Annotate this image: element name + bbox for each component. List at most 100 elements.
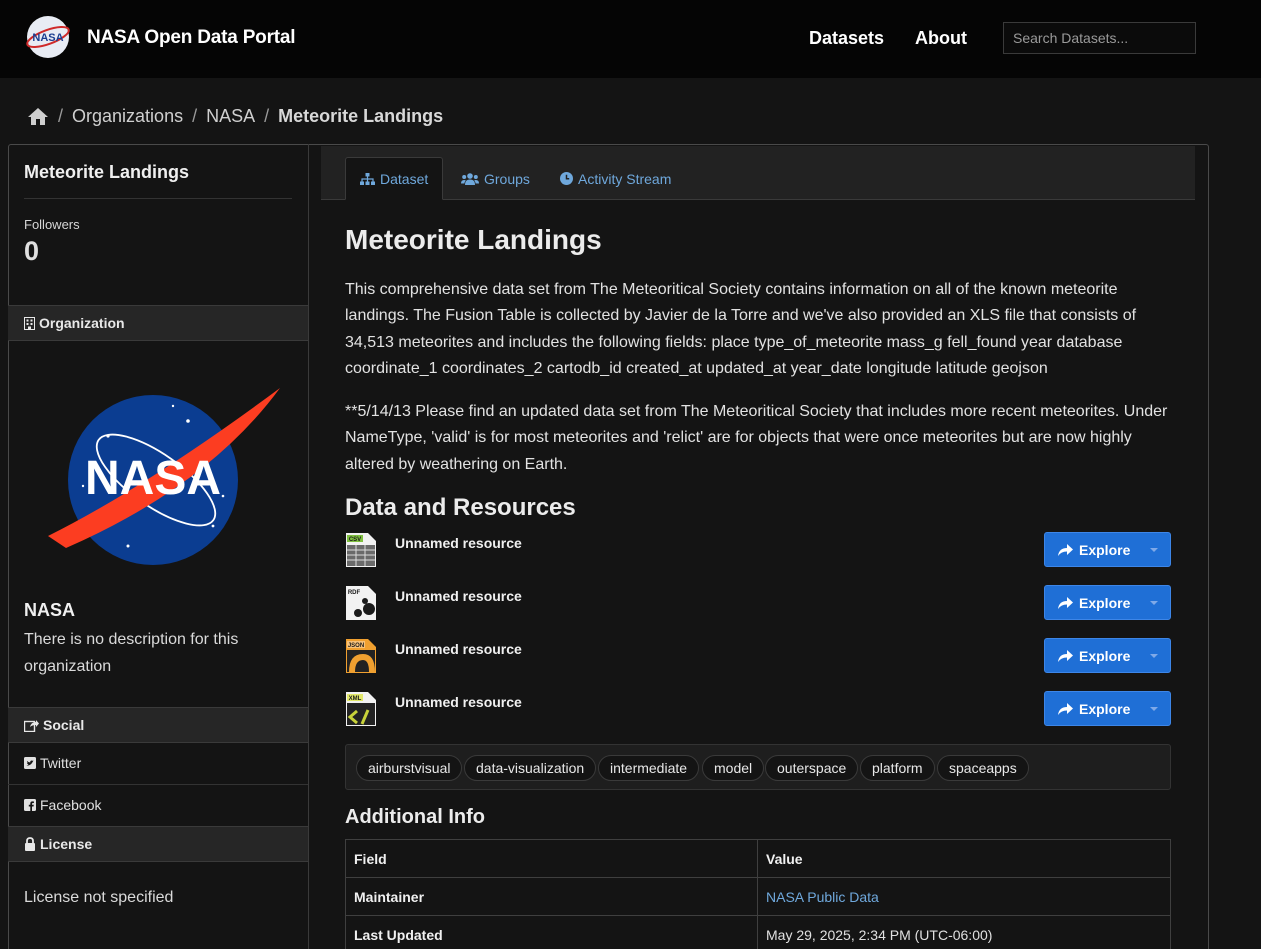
clock-icon	[560, 172, 573, 185]
explore-button[interactable]: Explore	[1044, 691, 1171, 726]
table-cell-value: May 29, 2025, 2:34 PM (UTC-06:00)	[757, 915, 1171, 949]
sidebar: Meteorite Landings Followers 0 Organizat…	[8, 144, 309, 949]
resource-item: CSV Unnamed resource Explore	[345, 532, 1171, 568]
license-heading: License	[8, 826, 308, 862]
resource-item: JSON Unnamed resource Explore	[345, 638, 1171, 674]
tag-model[interactable]: model	[702, 755, 765, 781]
table-row: Maintainer NASA Public Data	[345, 877, 1171, 916]
tab-activity-label: Activity Stream	[578, 170, 672, 187]
explore-button[interactable]: Explore	[1044, 585, 1171, 620]
csv-file-icon[interactable]: CSV	[345, 532, 377, 568]
tab-dataset[interactable]: Dataset	[345, 157, 444, 200]
dropdown-caret-icon	[1150, 654, 1158, 658]
twitter-square-icon	[24, 757, 36, 769]
users-icon	[461, 172, 479, 185]
share-square-icon	[24, 719, 39, 732]
license-heading-label: License	[40, 836, 93, 852]
nav-datasets-link[interactable]: Datasets	[809, 28, 884, 49]
followers-count: 0	[24, 236, 40, 266]
dropdown-caret-icon	[1150, 601, 1158, 605]
column-header-value: Value	[757, 839, 1171, 878]
share-icon	[1058, 543, 1073, 556]
tab-activity-stream[interactable]: Activity Stream	[546, 157, 685, 200]
building-icon	[24, 316, 35, 330]
social-facebook-link[interactable]: Facebook	[24, 797, 101, 813]
breadcrumb-nasa[interactable]: NASA	[206, 106, 255, 127]
explore-label: Explore	[1079, 647, 1131, 664]
followers-label: Followers	[24, 217, 80, 232]
top-navbar: NASA NASA Open Data Portal Datasets Abou…	[0, 0, 1261, 78]
xml-file-icon[interactable]: XML	[345, 691, 377, 727]
nav-about-link[interactable]: About	[915, 28, 967, 49]
explore-label: Explore	[1079, 541, 1131, 558]
facebook-square-icon	[24, 799, 36, 811]
org-name[interactable]: NASA	[24, 600, 75, 621]
organization-heading-label: Organization	[39, 315, 125, 331]
column-header-field: Field	[345, 839, 758, 878]
tag-platform[interactable]: platform	[860, 755, 935, 781]
sitemap-icon	[360, 172, 375, 185]
table-row: Last Updated May 29, 2025, 2:34 PM (UTC-…	[345, 915, 1171, 949]
explore-label: Explore	[1079, 700, 1131, 717]
resource-name[interactable]: Unnamed resource	[395, 694, 522, 710]
share-icon	[1058, 596, 1073, 609]
rdf-file-icon[interactable]: RDF	[345, 585, 377, 621]
resource-name[interactable]: Unnamed resource	[395, 535, 522, 551]
breadcrumb-separator: /	[264, 105, 270, 126]
tag-spaceapps[interactable]: spaceapps	[937, 755, 1029, 781]
tab-groups-label: Groups	[484, 170, 530, 187]
svg-text:NASA: NASA	[32, 32, 63, 44]
breadcrumb-organizations[interactable]: Organizations	[72, 106, 183, 127]
home-icon[interactable]	[27, 107, 49, 126]
dataset-title: Meteorite Landings	[345, 224, 602, 255]
share-icon	[1058, 702, 1073, 715]
resource-item: RDF Unnamed resource Explore	[345, 585, 1171, 621]
breadcrumb-separator: /	[192, 105, 198, 126]
explore-button[interactable]: Explore	[1044, 638, 1171, 673]
explore-label: Explore	[1079, 594, 1131, 611]
table-cell-field: Last Updated	[345, 915, 758, 949]
organization-heading: Organization	[8, 305, 308, 341]
lock-icon	[25, 837, 35, 851]
social-heading: Social	[8, 707, 308, 743]
resource-name[interactable]: Unnamed resource	[395, 588, 522, 604]
additional-info-table: Field Value Maintainer NASA Public Data …	[345, 839, 1171, 949]
svg-text:CSV: CSV	[349, 537, 361, 543]
json-file-icon[interactable]: JSON	[345, 638, 377, 674]
nasa-meatball-logo[interactable]: NASA	[38, 376, 280, 576]
dataset-description: This comprehensive data set from The Met…	[345, 281, 1137, 377]
table-header-row: Field Value	[345, 839, 1171, 878]
tab-dataset-label: Dataset	[380, 170, 429, 187]
resources-heading: Data and Resources	[345, 494, 576, 521]
explore-button[interactable]: Explore	[1044, 532, 1171, 567]
maintainer-link[interactable]: NASA Public Data	[757, 877, 1171, 916]
sidebar-dataset-title: Meteorite Landings	[24, 162, 190, 182]
search-input[interactable]	[1003, 22, 1196, 54]
svg-text:JSON: JSON	[348, 643, 364, 649]
tag-intermediate[interactable]: intermediate	[598, 755, 700, 781]
tab-groups[interactable]: Groups	[447, 157, 544, 200]
dataset-tabs: Dataset Groups Activity Stream	[321, 146, 1195, 200]
dropdown-caret-icon	[1150, 548, 1158, 552]
tag-airburstvisual[interactable]: airburstvisual	[356, 755, 463, 781]
tag-data-visualization[interactable]: data-visualization	[464, 755, 597, 781]
tag-list: airburstvisual data-visualization interm…	[345, 744, 1171, 790]
resource-name[interactable]: Unnamed resource	[395, 641, 522, 657]
org-description: There is no description for this organiz…	[24, 631, 239, 675]
breadcrumb-separator: /	[58, 105, 64, 126]
svg-text:XML: XML	[349, 696, 362, 702]
breadcrumb: / Organizations / NASA / Meteorite Landi…	[27, 105, 443, 127]
dropdown-caret-icon	[1150, 707, 1158, 711]
table-cell-field: Maintainer	[345, 877, 758, 916]
license-text: License not specified	[24, 889, 174, 906]
breadcrumb-current[interactable]: Meteorite Landings	[278, 106, 443, 127]
site-title[interactable]: NASA Open Data Portal	[87, 27, 296, 49]
social-twitter-label: Twitter	[40, 755, 82, 771]
divider	[8, 784, 308, 785]
social-twitter-link[interactable]: Twitter	[24, 755, 81, 771]
nasa-logo-icon[interactable]: NASA	[24, 15, 72, 59]
divider	[24, 198, 292, 199]
social-heading-label: Social	[43, 717, 85, 733]
dataset-update-note: **5/14/13 Please find an updated data se…	[345, 403, 1168, 473]
tag-outerspace[interactable]: outerspace	[765, 755, 859, 781]
